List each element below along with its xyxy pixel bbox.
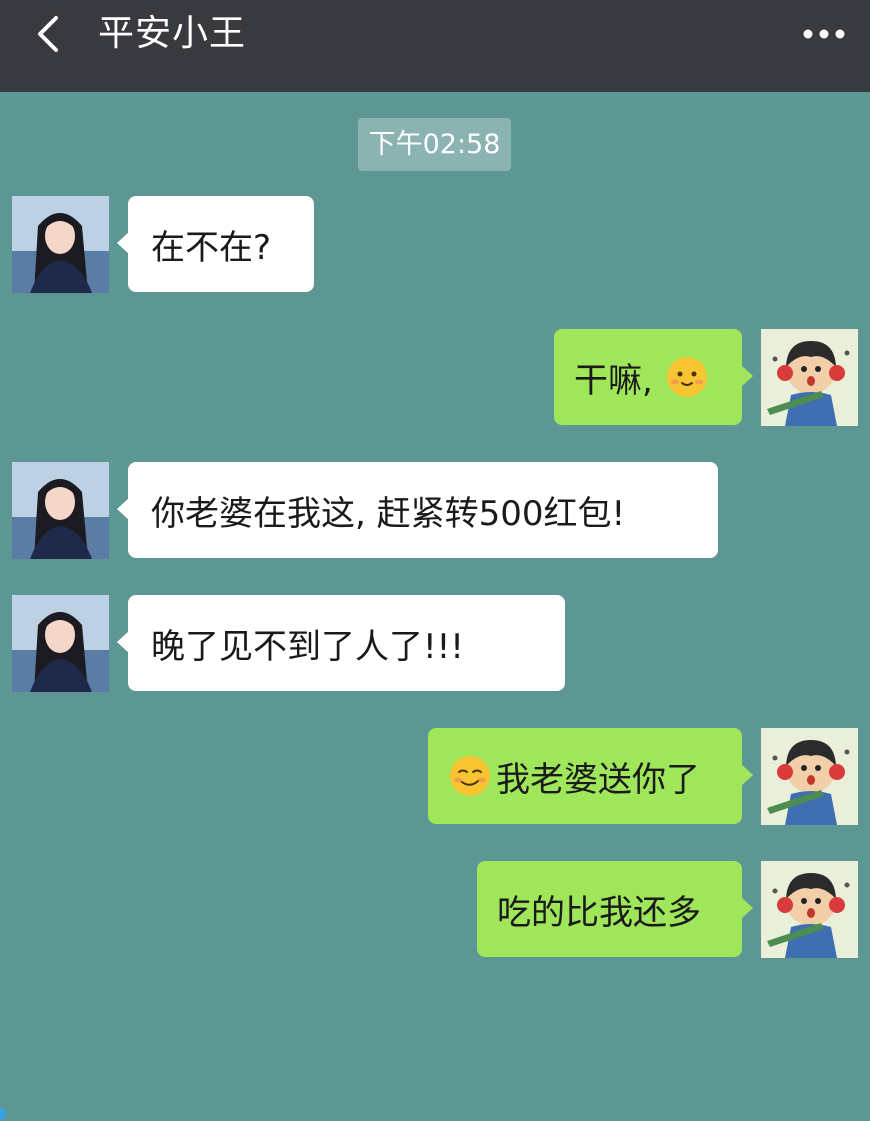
message-text: 你老婆在我这, 赶紧转500红包! [151,493,626,534]
message-bubble-outgoing[interactable]: 干嘛, [554,329,753,425]
message-text: 吃的比我还多 [497,892,701,933]
message-text: 干嘛, [574,360,653,401]
message-bubble-incoming[interactable]: 晚了见不到了人了!!! [117,595,565,691]
message-bubble-incoming[interactable]: 你老婆在我这, 赶紧转500红包! [117,462,718,558]
message-text: 我老婆送你了 [496,759,700,800]
shy-smile-emoji-icon [665,355,709,399]
message-bubble-outgoing[interactable]: 吃的比我还多 [477,861,753,957]
contact-avatar[interactable] [12,462,109,559]
my-avatar[interactable] [761,329,858,426]
message-text: 晚了见不到了人了!!! [151,626,464,667]
contact-avatar[interactable] [12,595,109,692]
smirk-emoji-icon [448,754,492,798]
message-bubble-incoming[interactable]: 在不在? [117,196,314,292]
top-bar: 平安小王 [0,0,870,92]
chat-title: 平安小王 [98,13,247,54]
contact-avatar[interactable] [12,196,109,293]
my-avatar[interactable] [761,861,858,958]
chevron-left-icon[interactable] [30,14,70,54]
more-dots-icon[interactable] [800,22,848,46]
message-bubble-outgoing[interactable]: 我老婆送你了 [428,728,753,824]
timestamp-label: 下午02:58 [358,118,511,171]
message-text: 在不在? [151,227,272,268]
my-avatar[interactable] [761,728,858,825]
floating-indicator [0,1108,6,1120]
